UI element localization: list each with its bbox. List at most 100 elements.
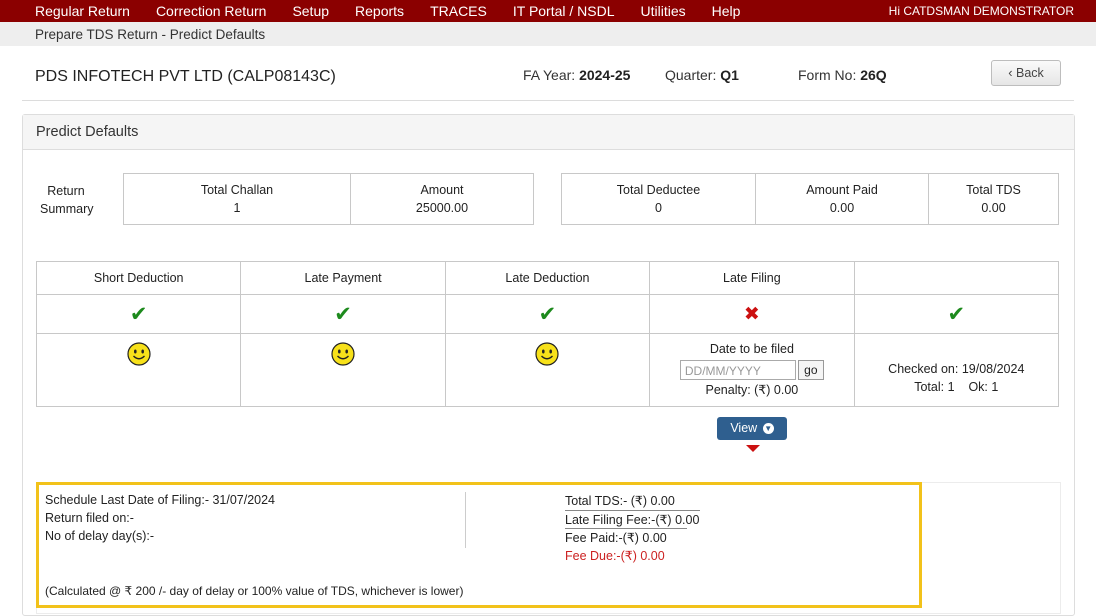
late-deduction-status: ✔ xyxy=(444,294,651,334)
schedule-last-date: Schedule Last Date of Filing:- 31/07/202… xyxy=(45,493,276,507)
fa-year-value: 2024-25 xyxy=(579,67,631,83)
total-challan-cell: Total Challan 1 xyxy=(123,173,351,225)
total-tds-cell: Total TDS 0.00 xyxy=(928,173,1059,225)
chevron-left-icon: ‹ xyxy=(1008,65,1013,80)
check-icon: ✔ xyxy=(334,302,352,326)
return-filed-on: Return filed on:- xyxy=(45,511,134,525)
view-button[interactable]: View ▼ xyxy=(717,417,787,440)
menu-regular-return[interactable]: Regular Return xyxy=(35,0,130,22)
fa-year-label: FA Year: xyxy=(523,67,576,83)
short-deduction-detail xyxy=(35,333,242,407)
user-greeting[interactable]: Hi CATDSMAN DEMONSTRATOR xyxy=(889,0,1074,22)
check-icon: ✔ xyxy=(538,302,557,326)
amount-label: Amount xyxy=(420,183,464,197)
late-filing-fee: Late Filing Fee:-(₹) 0.00 xyxy=(565,513,700,527)
late-payment-detail xyxy=(240,333,446,407)
quarter-value: Q1 xyxy=(720,67,739,83)
amount-paid-cell: Amount Paid 0.00 xyxy=(755,173,929,225)
total-tds-value: 0.00 xyxy=(981,201,1006,215)
total-deductee-label: Total Deductee xyxy=(616,183,701,197)
menu-correction-return[interactable]: Correction Return xyxy=(156,0,267,22)
defaults-status-row: ✔ ✔ ✔ ✖ ✔ xyxy=(35,294,1060,334)
caret-down-icon xyxy=(746,445,760,452)
underline xyxy=(565,528,687,529)
menu-setup[interactable]: Setup xyxy=(292,0,329,22)
cross-icon: ✖ xyxy=(743,303,760,325)
amount-value: 25000.00 xyxy=(415,201,469,215)
section-divider xyxy=(465,492,466,548)
breadcrumb: Prepare TDS Return - Predict Defaults xyxy=(0,22,1096,46)
quarter-label: Quarter: xyxy=(665,67,717,83)
total-tds-label: Total TDS xyxy=(966,183,1021,197)
penalty-text: Penalty: (₹) 0.00 xyxy=(705,383,799,397)
short-deduction-status: ✔ xyxy=(35,294,242,334)
go-button[interactable]: go xyxy=(797,360,824,380)
view-button-label: View xyxy=(730,421,758,435)
check-icon: ✔ xyxy=(947,302,966,326)
main-menu: Regular Return Correction Return Setup R… xyxy=(35,0,766,22)
col-late-deduction: Late Deduction xyxy=(444,261,651,295)
calculation-note: (Calculated @ ₹ 200 /- day of delay or 1… xyxy=(45,584,464,598)
late-deduction-detail xyxy=(444,333,651,407)
defaults-table: Short Deduction Late Payment Late Deduct… xyxy=(35,261,1060,407)
delay-days: No of delay day(s):- xyxy=(45,529,155,543)
date-to-be-filed-label: Date to be filed xyxy=(709,342,794,356)
return-summary-label-2: Summary xyxy=(40,202,94,216)
form-no-label: Form No: xyxy=(798,67,857,83)
challan-summary-table: Total Challan 1 Amount 25000.00 xyxy=(123,173,534,225)
total-tds-amount: Total TDS:- (₹) 0.00 xyxy=(565,494,675,508)
form-no-value: 26Q xyxy=(860,67,887,83)
panel-header: Predict Defaults xyxy=(23,115,1074,150)
fee-paid: Fee Paid:-(₹) 0.00 xyxy=(565,531,667,545)
smiley-icon xyxy=(535,342,560,366)
late-payment-status: ✔ xyxy=(240,294,446,334)
late-filing-status: ✖ xyxy=(649,294,855,334)
return-header: PDS INFOTECH PVT LTD (CALP08143C) FA Yea… xyxy=(22,46,1074,101)
checked-on-text: Checked on: 19/08/2024 xyxy=(888,362,1025,376)
amount-paid-value: 0.00 xyxy=(829,201,855,215)
amount-paid-label: Amount Paid xyxy=(806,183,878,197)
total-challan-value: 1 xyxy=(233,201,241,215)
total-count: Total: 1 xyxy=(914,380,955,394)
check-counts: Total: 1 Ok: 1 xyxy=(855,378,1058,396)
arrow-down-circle-icon: ▼ xyxy=(762,423,774,435)
col-overall xyxy=(853,261,1060,295)
form-no: Form No: 26Q xyxy=(798,67,887,83)
fee-due: Fee Due:-(₹) 0.00 xyxy=(565,549,665,563)
total-challan-label: Total Challan xyxy=(200,183,274,197)
top-nav-bar: Regular Return Correction Return Setup R… xyxy=(0,0,1096,22)
filing-date-input[interactable]: DD/MM/YYYY xyxy=(679,360,796,380)
return-summary-label: Return Summary xyxy=(40,182,94,218)
company-name: PDS INFOTECH PVT LTD (CALP08143C) xyxy=(35,68,336,85)
late-filing-detail: Date to be filed DD/MM/YYYY go Penalty: (… xyxy=(649,333,855,407)
menu-reports[interactable]: Reports xyxy=(355,0,404,22)
panel-title: Predict Defaults xyxy=(36,124,139,140)
deductee-summary-table: Total Deductee 0 Amount Paid 0.00 Total … xyxy=(561,173,1059,225)
menu-utilities[interactable]: Utilities xyxy=(641,0,686,22)
check-result-detail: Checked on: 19/08/2024 Total: 1 Ok: 1 xyxy=(853,333,1060,407)
total-deductee-value: 0 xyxy=(655,201,662,215)
col-short-deduction: Short Deduction xyxy=(35,261,242,295)
date-input-group: DD/MM/YYYY go xyxy=(650,360,853,380)
menu-help[interactable]: Help xyxy=(712,0,741,22)
breadcrumb-text: Prepare TDS Return - Predict Defaults xyxy=(35,27,266,42)
defaults-header-row: Short Deduction Late Payment Late Deduct… xyxy=(35,261,1060,295)
amount-cell: Amount 25000.00 xyxy=(350,173,534,225)
smiley-icon xyxy=(127,342,151,366)
menu-it-portal[interactable]: IT Portal / NSDL xyxy=(513,0,615,22)
menu-traces[interactable]: TRACES xyxy=(430,0,487,22)
defaults-detail-row: Date to be filed DD/MM/YYYY go Penalty: (… xyxy=(35,333,1060,407)
total-deductee-cell: Total Deductee 0 xyxy=(561,173,756,225)
ok-count: Ok: 1 xyxy=(968,380,999,394)
smiley-icon xyxy=(331,342,355,366)
check-icon: ✔ xyxy=(129,302,148,326)
back-button[interactable]: ‹ Back xyxy=(991,60,1061,86)
return-summary-label-1: Return xyxy=(47,184,85,198)
underline xyxy=(565,510,700,511)
col-late-payment: Late Payment xyxy=(240,261,446,295)
back-button-label: Back xyxy=(1016,66,1044,80)
quarter: Quarter: Q1 xyxy=(665,67,739,83)
fa-year: FA Year: 2024-25 xyxy=(523,67,630,83)
overall-status: ✔ xyxy=(853,294,1060,334)
col-late-filing: Late Filing xyxy=(649,261,855,295)
